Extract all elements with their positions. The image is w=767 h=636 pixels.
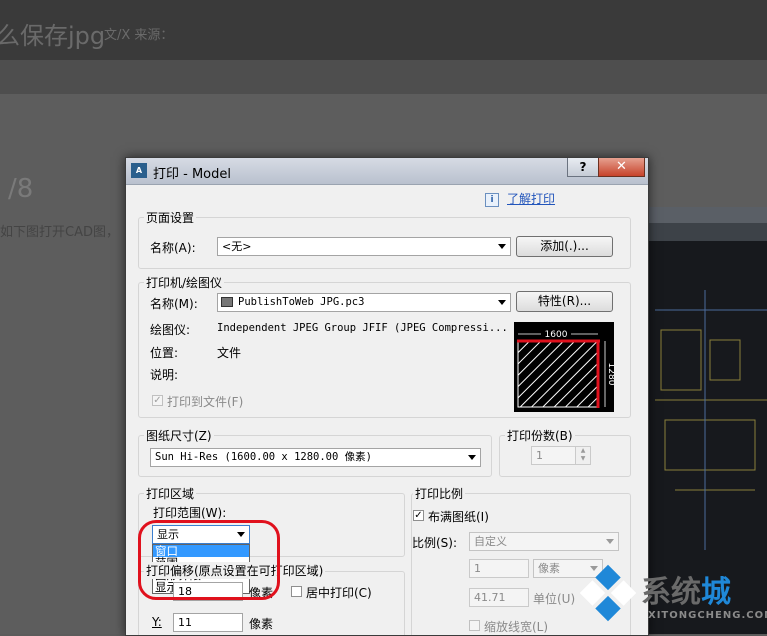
copies-value: 1	[536, 449, 543, 462]
red-annotation-oval	[138, 520, 280, 600]
offset-y-unit: 像素	[249, 617, 274, 631]
close-button[interactable]: ✕	[598, 158, 645, 177]
printer-icon	[221, 297, 233, 307]
watermark-url: XITONGCHENG.COM	[648, 610, 767, 621]
scale-lineweights-checkbox[interactable]	[469, 620, 480, 631]
copies-input[interactable]: 1 ▲ ▼	[531, 446, 591, 465]
plotter-label: 绘图仪:	[150, 323, 191, 337]
background-band	[0, 60, 767, 94]
background-article-meta: 文/X 来源：	[104, 28, 174, 43]
autocad-app-icon: A	[131, 163, 147, 178]
plot-scale-label: 打印比例	[413, 485, 466, 502]
info-icon: i	[485, 193, 499, 207]
page-setup-name-label: 名称(A):	[150, 241, 196, 255]
background-cad-titlebar	[645, 207, 767, 223]
page-setup-label: 页面设置	[144, 209, 197, 226]
scale-value1: 1	[474, 562, 481, 575]
chevron-down-icon	[468, 455, 476, 460]
add-page-setup-button[interactable]: 添加(.)...	[516, 236, 613, 257]
plot-to-file-label: 打印到文件(F)	[167, 395, 244, 409]
dialog-titlebar[interactable]: A 打印 - Model ? ✕	[126, 158, 648, 185]
copies-label: 打印份数(B)	[505, 427, 575, 444]
fit-to-paper-checkbox[interactable]: ✓	[413, 510, 424, 521]
background-step-text: 如下图打开CAD图，	[0, 225, 119, 240]
watermark-logo-icon	[579, 564, 637, 622]
scale-value: 自定义	[474, 535, 507, 548]
scale-unit1: 像素	[538, 562, 560, 575]
print-dialog: A 打印 - Model ? ✕ i 了解打印 页面设置 名称(A): <无> …	[125, 157, 649, 636]
chevron-down-icon	[606, 539, 614, 544]
preview-height-label: 1280	[606, 363, 614, 386]
preview-width-label: 1600	[545, 330, 568, 340]
paper-preview: 1600 1280	[514, 322, 616, 412]
center-plot-label: 居中打印(C)	[306, 586, 372, 600]
printer-properties-button[interactable]: 特性(R)...	[516, 291, 613, 312]
page-setup-name-select[interactable]: <无>	[217, 237, 511, 256]
plot-area-label: 打印区域	[144, 485, 197, 502]
center-plot-checkbox[interactable]	[291, 586, 302, 597]
plot-range-label: 打印范围(W):	[153, 506, 227, 520]
offset-y-label: Y:	[152, 615, 162, 629]
plot-to-file-checkbox[interactable]: ✓	[152, 395, 163, 406]
chevron-down-icon	[498, 300, 506, 305]
paper-size-value: Sun Hi-Res (1600.00 x 1280.00 像素)	[155, 451, 372, 463]
scale-value2: 41.71	[474, 591, 506, 604]
watermark-brand-accent: 城	[701, 575, 731, 610]
scale-select[interactable]: 自定义	[469, 532, 619, 551]
fit-to-paper-label: 布满图纸(I)	[428, 510, 489, 524]
copies-spinner[interactable]: ▲ ▼	[575, 447, 590, 464]
printer-name-label: 名称(M):	[150, 297, 198, 311]
printer-name-select[interactable]: PublishToWeb JPG.pc3	[217, 293, 511, 312]
scale-unit2-label: 单位(U)	[533, 592, 576, 606]
background-article-title: 么保存jpg	[0, 22, 106, 50]
paper-size-label: 图纸尺寸(Z)	[144, 427, 214, 444]
scale-lineweights-label: 缩放线宽(L)	[484, 620, 549, 634]
offset-y-input[interactable]: 11	[173, 613, 243, 632]
scale-label: 比例(S):	[412, 536, 458, 550]
watermark-brand: 系统城	[641, 575, 731, 610]
printer-label: 打印机/绘图仪	[144, 274, 225, 291]
help-button[interactable]: ?	[567, 158, 599, 177]
paper-preview-drawing: 1600 1280	[517, 329, 616, 408]
chevron-down-icon	[498, 244, 506, 249]
offset-y-value: 11	[178, 616, 192, 629]
dialog-title: 打印 - Model	[153, 167, 231, 182]
location-label: 位置:	[150, 346, 179, 360]
scale-value1-input[interactable]: 1	[469, 559, 529, 578]
location-value: 文件	[217, 346, 242, 360]
scale-value2-input[interactable]: 41.71	[469, 588, 529, 607]
printer-name-value: PublishToWeb JPG.pc3	[238, 296, 365, 308]
paper-size-select[interactable]: Sun Hi-Res (1600.00 x 1280.00 像素)	[150, 448, 481, 467]
learn-printing-link[interactable]: 了解打印	[507, 190, 555, 207]
background-cad-toolbar	[645, 223, 767, 241]
page-setup-name-value: <无>	[222, 240, 252, 253]
plotter-value: Independent JPEG Group JFIF (JPEG Compre…	[217, 322, 508, 334]
description-label: 说明:	[150, 368, 179, 382]
background-step-number: /8	[8, 174, 34, 204]
